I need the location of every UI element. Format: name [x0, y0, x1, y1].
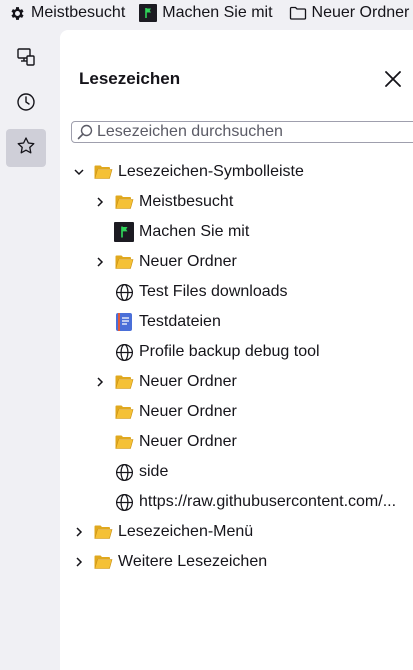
chevron-down-icon[interactable] — [72, 165, 86, 179]
tree-row-neuer-ordner[interactable]: Neuer Ordner — [60, 397, 413, 427]
tree-row-weitere-lesezeichen[interactable]: Weitere Lesezeichen — [60, 547, 413, 577]
tree-row-machen-sie-mit[interactable]: Machen Sie mit — [60, 217, 413, 247]
chevron-right-icon[interactable] — [72, 555, 86, 569]
globe-icon — [114, 282, 134, 302]
search-input[interactable] — [97, 123, 397, 141]
tree-row-neuer-ordner[interactable]: Neuer Ordner — [60, 427, 413, 457]
bookmarks-panel: Lesezeichen Lesezeichen-Symbolleiste — [60, 30, 413, 670]
tree-row-label: Testdateien — [139, 313, 221, 330]
folder-icon — [114, 252, 134, 272]
tree-row-label: Lesezeichen-Menü — [118, 523, 254, 540]
globe-icon — [114, 492, 134, 512]
tree-row-label: Neuer Ordner — [139, 253, 237, 270]
folder-icon — [114, 432, 134, 452]
tree-row-label: Lesezeichen-Symbolleiste — [118, 163, 304, 180]
globe-icon — [114, 342, 134, 362]
toolbar-item-label: Neuer Ordner — [311, 4, 410, 21]
chevron-right-icon[interactable] — [72, 525, 86, 539]
docs-icon — [114, 312, 134, 332]
star-icon — [16, 136, 36, 161]
tree-row-lesezeichen-menue[interactable]: Lesezeichen-Menü — [60, 517, 413, 547]
search-box[interactable] — [71, 121, 413, 143]
folder-icon — [93, 552, 113, 572]
toolbar-item-neuer-ordner[interactable]: Neuer Ordner — [285, 0, 413, 26]
close-panel-button[interactable] — [382, 70, 404, 92]
tree-row-label: Test Files downloads — [139, 283, 288, 300]
tree-row-label: Profile backup debug tool — [139, 343, 320, 360]
folder-icon — [93, 162, 113, 182]
toolbar-item-machen-sie-mit[interactable]: Machen Sie mit — [135, 0, 276, 26]
tree-row-neuer-ordner[interactable]: Neuer Ordner — [60, 247, 413, 277]
rail-button-history[interactable] — [6, 85, 46, 123]
tree-row-label: Neuer Ordner — [139, 403, 237, 420]
tree-row-label: Neuer Ordner — [139, 373, 237, 390]
green-flag-icon — [114, 222, 134, 242]
tree-row-label: Meistbesucht — [139, 193, 234, 210]
rail-button-bookmarks[interactable] — [6, 129, 46, 167]
tree-row-label: side — [139, 463, 169, 480]
tree-row-testdateien[interactable]: Testdateien — [60, 307, 413, 337]
tree-row-meistbesucht[interactable]: Meistbesucht — [60, 187, 413, 217]
toolbar-item-label: Machen Sie mit — [162, 4, 273, 21]
tree-row-githubusercontent[interactable]: https://raw.githubusercontent.com/... — [60, 487, 413, 517]
tree-row-label: https://raw.githubusercontent.com/... — [139, 493, 397, 510]
panel-title: Lesezeichen — [79, 69, 181, 88]
sidebar-rail — [0, 30, 56, 670]
folder-icon — [289, 4, 307, 22]
toolbar-item-meistbesucht[interactable]: Meistbesucht — [0, 0, 129, 26]
chevron-right-icon[interactable] — [93, 375, 107, 389]
tree-row-profile-backup-debug-tool[interactable]: Profile backup debug tool — [60, 337, 413, 367]
folder-icon — [114, 372, 134, 392]
search-icon — [77, 124, 93, 140]
globe-icon — [114, 462, 134, 482]
folder-icon — [114, 402, 134, 422]
tree-row-side[interactable]: side — [60, 457, 413, 487]
chevron-right-icon[interactable] — [93, 255, 107, 269]
tree-row-test-files-downloads[interactable]: Test Files downloads — [60, 277, 413, 307]
tree-row-label: Neuer Ordner — [139, 433, 237, 450]
synced-tabs-icon — [16, 47, 36, 72]
tree-row-label: Weitere Lesezeichen — [118, 553, 268, 570]
rail-button-synced-tabs[interactable] — [6, 40, 46, 78]
bookmarks-toolbar: Meistbesucht Machen Sie mit Neuer Ordner — [0, 0, 413, 26]
folder-icon — [114, 192, 134, 212]
toolbar-item-label: Meistbesucht — [31, 4, 126, 21]
chevron-right-icon[interactable] — [93, 195, 107, 209]
clock-icon — [16, 92, 36, 117]
gear-icon — [8, 4, 26, 22]
green-flag-icon — [139, 4, 158, 22]
tree-row-label: Machen Sie mit — [139, 223, 250, 240]
folder-icon — [93, 522, 113, 542]
bookmark-tree: Lesezeichen-Symbolleiste Meistbesucht Ma… — [60, 157, 413, 577]
tree-row-lesezeichen-symbolleiste[interactable]: Lesezeichen-Symbolleiste — [60, 157, 413, 187]
close-icon — [385, 70, 401, 92]
tree-row-neuer-ordner[interactable]: Neuer Ordner — [60, 367, 413, 397]
